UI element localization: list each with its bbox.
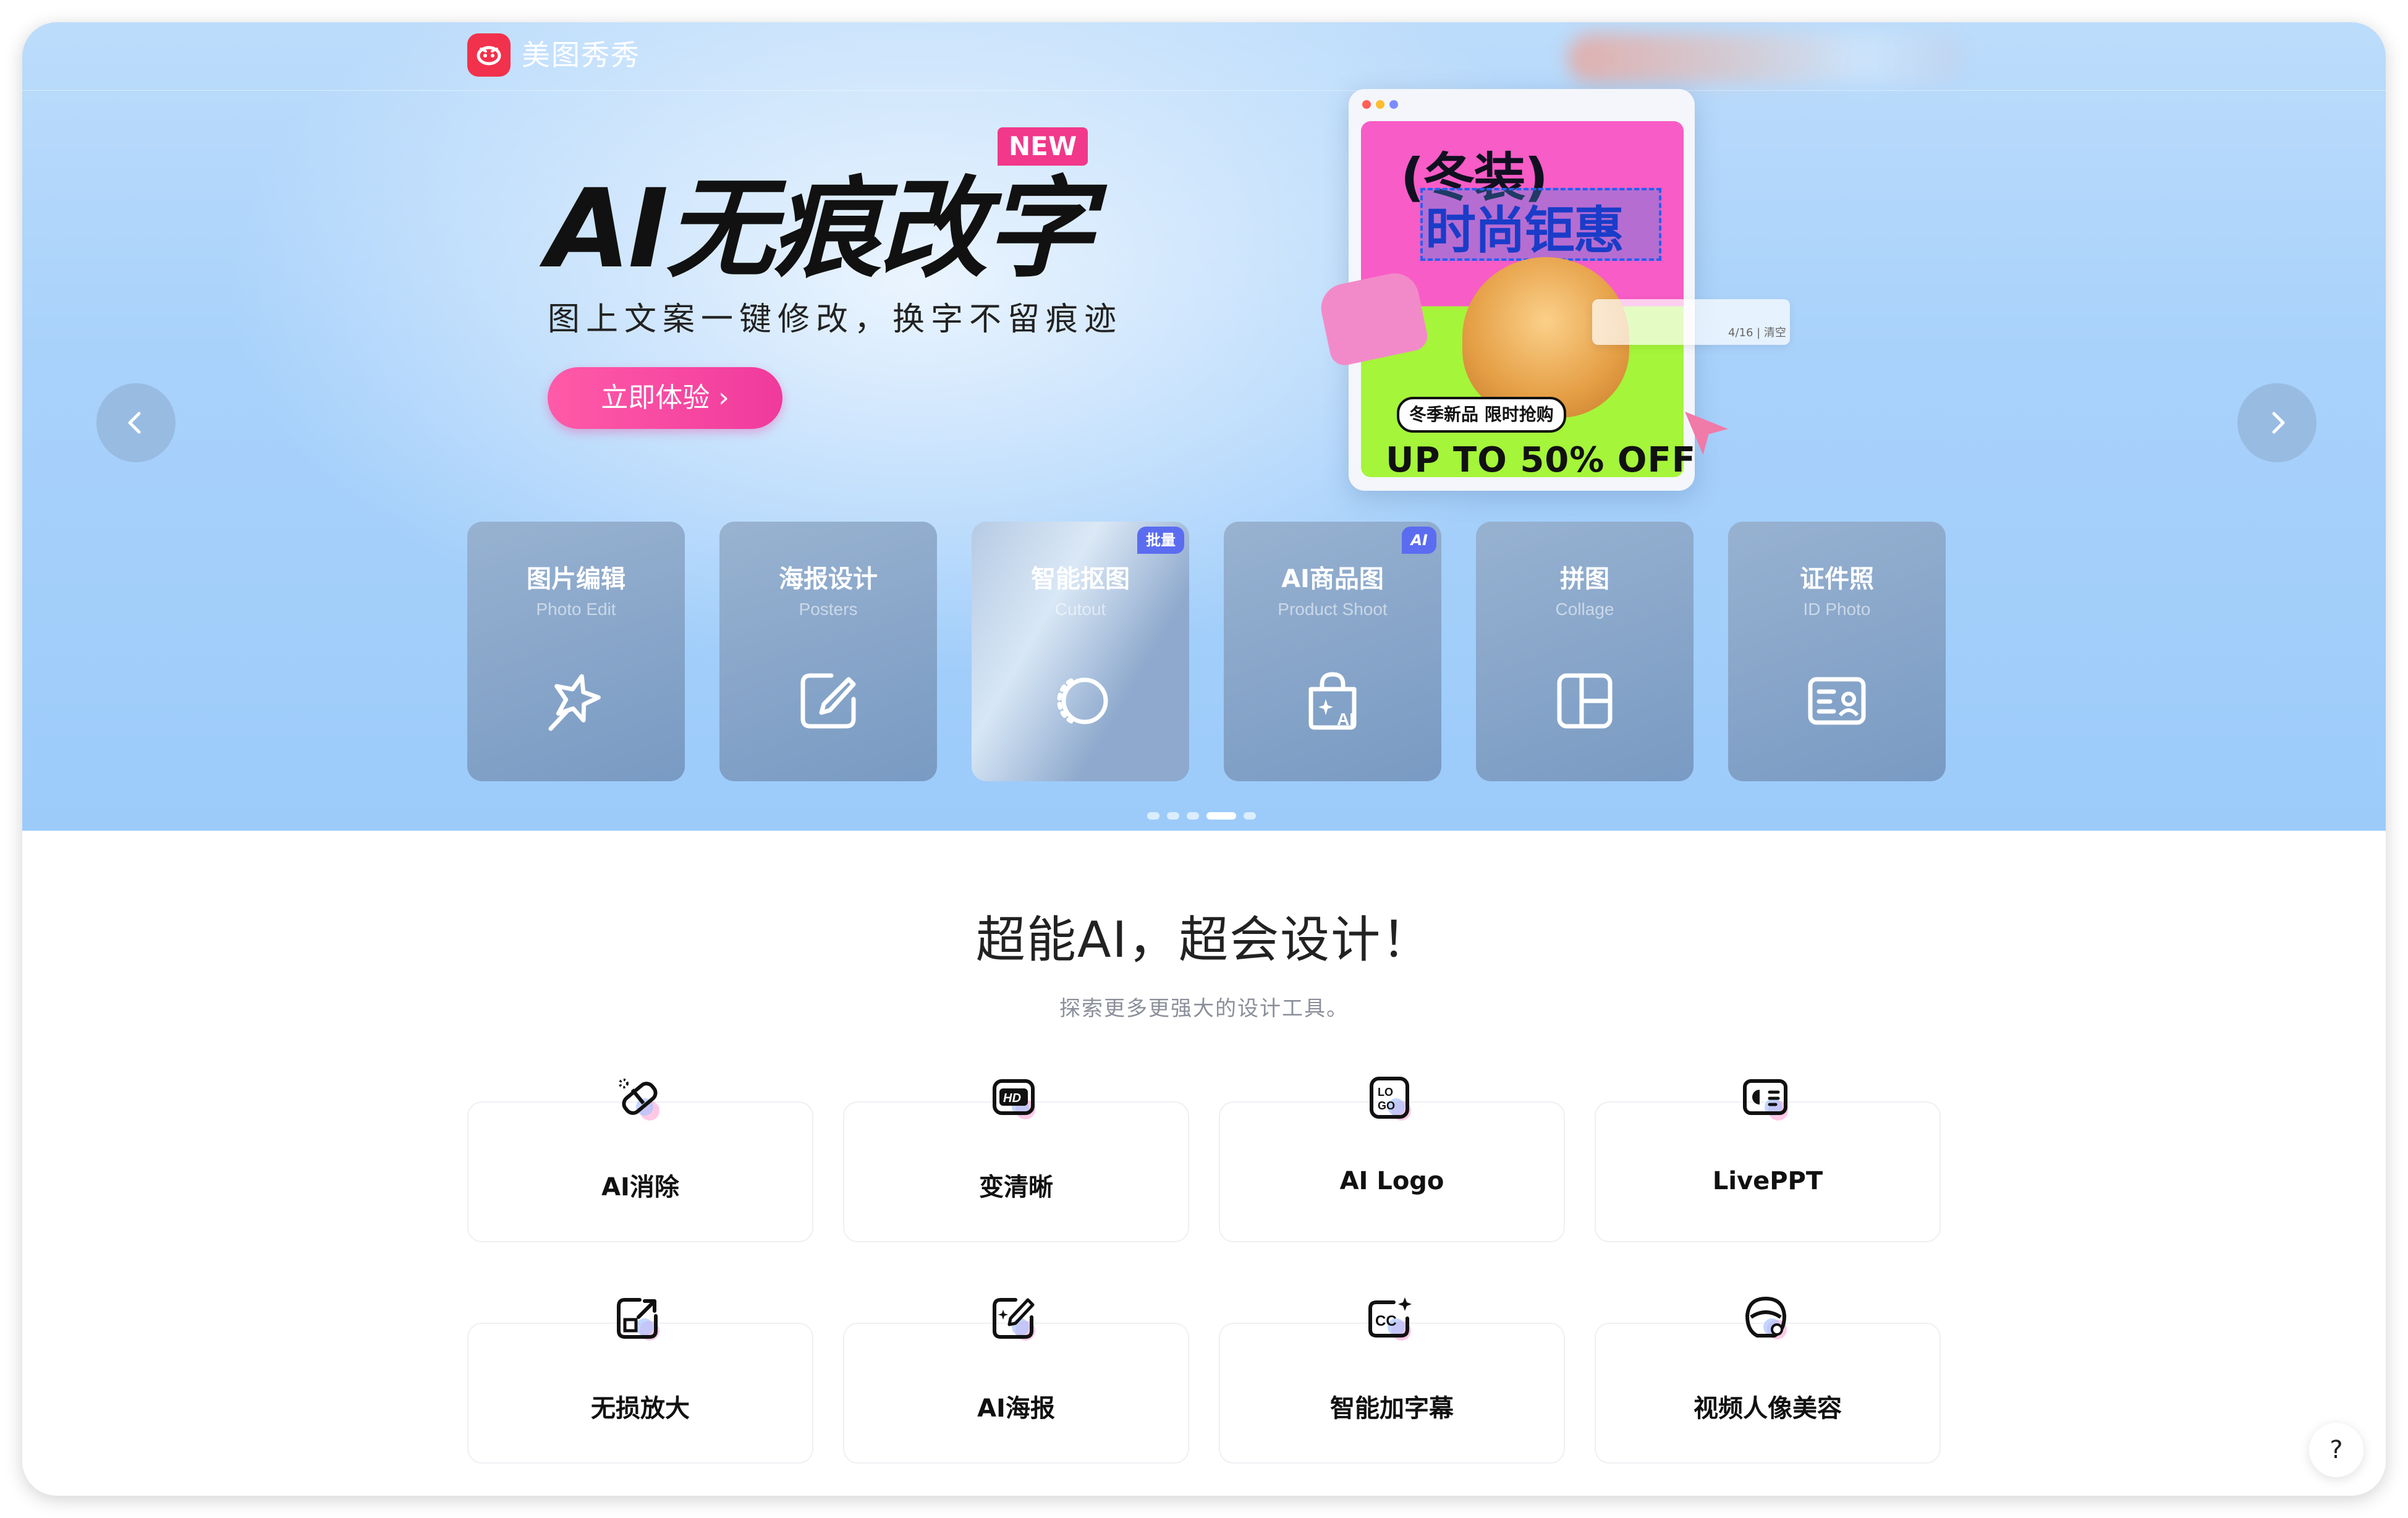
poster-offer: UP TO 50% OFF — [1386, 440, 1696, 480]
feature-label: LivePPT — [1712, 1167, 1823, 1195]
hd-icon: HD — [984, 1068, 1046, 1130]
carousel-dot[interactable] — [1206, 812, 1236, 820]
tool-title: 证件照 — [1800, 565, 1874, 593]
feature-label: 无损放大 — [591, 1394, 690, 1423]
ai-bag-icon: AI — [1295, 664, 1370, 738]
tool-card-cutout[interactable]: 批量 智能抠图 Cutout — [972, 522, 1189, 781]
try-now-button[interactable]: 立即体验 › — [548, 367, 782, 429]
ai-poster-icon — [984, 1288, 1046, 1350]
tool-title: 拼图 — [1560, 565, 1609, 593]
help-button[interactable]: ? — [2309, 1423, 2363, 1477]
video-beauty-icon — [1736, 1288, 1797, 1350]
cutout-circle-icon — [1043, 664, 1117, 738]
tool-subtitle: Photo Edit — [536, 600, 616, 619]
tool-subtitle: Posters — [799, 600, 858, 619]
eraser-icon — [608, 1068, 670, 1130]
poster-tag: 冬季新品 限时抢购 — [1397, 397, 1566, 433]
chevron-left-icon — [128, 412, 141, 434]
batch-badge: 批量 — [1137, 527, 1184, 554]
tool-title: 智能抠图 — [1031, 565, 1130, 593]
tool-subtitle: Collage — [1555, 600, 1614, 619]
meitu-logo-icon[interactable] — [467, 33, 511, 77]
feature-label: AI消除 — [601, 1173, 679, 1202]
char-counter: 4/16 | 清空 — [1728, 326, 1786, 339]
tool-title: 图片编辑 — [527, 565, 625, 593]
carousel-dot[interactable] — [1244, 812, 1256, 820]
subtitle-cc-icon: CC — [1360, 1288, 1422, 1350]
edit-square-icon — [791, 664, 865, 738]
svg-text:AI: AI — [1337, 710, 1354, 729]
tool-title: AI商品图 — [1281, 565, 1384, 593]
tool-subtitle: Product Shoot — [1278, 600, 1388, 619]
svg-text:HD: HD — [1003, 1092, 1021, 1105]
promo-subtitle: 图上文案一键修改，换字不留痕迹 — [548, 301, 1123, 338]
id-card-icon — [1800, 664, 1874, 738]
carousel-dot[interactable] — [1187, 812, 1199, 820]
ai-badge: AI — [1402, 527, 1436, 554]
tool-card-posters[interactable]: 海报设计 Posters — [719, 522, 937, 781]
svg-text:GO: GO — [1378, 1100, 1395, 1112]
new-badge: NEW — [998, 127, 1088, 166]
tool-card-photo-edit[interactable]: 图片编辑 Photo Edit — [467, 522, 685, 781]
carousel-next-button[interactable] — [2237, 383, 2317, 462]
magic-wand-icon — [539, 664, 613, 738]
carousel-pagination[interactable] — [1147, 812, 1256, 820]
top-bar: 美图秀秀 — [22, 22, 2386, 91]
section-title: 超能AI，超会设计！ — [975, 911, 1433, 969]
tool-card-collage[interactable]: 拼图 Collage — [1476, 522, 1694, 781]
section-subtitle: 探索更多更强大的设计工具。 — [1059, 996, 1349, 1021]
tool-card-product-shoot[interactable]: AI AI商品图 Product Shoot AI — [1224, 522, 1441, 781]
account-area[interactable] — [1567, 33, 1963, 83]
svg-text:CC: CC — [1375, 1313, 1397, 1329]
carousel-dot[interactable] — [1167, 812, 1179, 820]
tool-card-id-photo[interactable]: 证件照 ID Photo — [1728, 522, 1946, 781]
tool-subtitle: ID Photo — [1803, 600, 1871, 619]
hero-banner: 美图秀秀 AI无痕改字 NEW 图上文案一键修改，换字不留痕迹 立即体验 › (… — [22, 22, 2386, 831]
chevron-right-icon — [2272, 412, 2285, 434]
ppt-icon — [1736, 1068, 1797, 1130]
poster-headline-2: 时尚钜惠 — [1425, 201, 1624, 260]
tool-subtitle: Cutout — [1054, 600, 1106, 619]
tool-title: 海报设计 — [779, 565, 878, 593]
carousel-dot[interactable] — [1147, 812, 1159, 820]
feature-label: 智能加字幕 — [1330, 1394, 1454, 1423]
carousel-prev-button[interactable] — [96, 383, 176, 462]
feature-label: 视频人像美容 — [1694, 1394, 1842, 1423]
window-dots — [1362, 100, 1398, 109]
app-window: 美图秀秀 AI无痕改字 NEW 图上文案一键修改，换字不留痕迹 立即体验 › (… — [22, 22, 2386, 1496]
promo-title: AI无痕改字 — [546, 166, 1094, 292]
feature-label: 变清晰 — [979, 1173, 1053, 1202]
logo-icon: LO GO — [1360, 1068, 1422, 1130]
upscale-icon — [608, 1288, 670, 1350]
app-name[interactable]: 美图秀秀 — [522, 36, 640, 74]
svg-text:LO: LO — [1378, 1086, 1393, 1098]
collage-grid-icon — [1548, 664, 1622, 738]
feature-label: AI海报 — [977, 1394, 1055, 1423]
feature-label: AI Logo — [1339, 1167, 1444, 1195]
